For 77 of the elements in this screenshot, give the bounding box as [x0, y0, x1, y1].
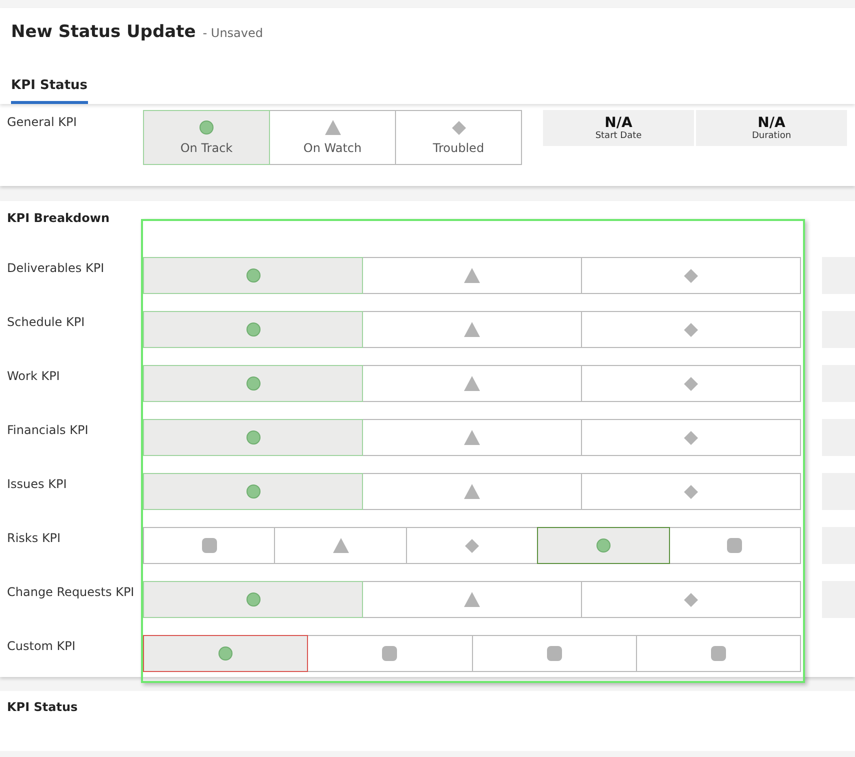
- field-label: General KPI: [7, 114, 78, 131]
- kpi-option[interactable]: On Watch: [269, 110, 396, 165]
- kpi-option[interactable]: Troubled: [395, 110, 522, 165]
- kpi-option[interactable]: [143, 419, 363, 456]
- diamond-icon: [684, 592, 698, 606]
- kpi-option[interactable]: [143, 257, 363, 294]
- field-label: Financials KPI: [7, 422, 90, 437]
- diamond-icon: [684, 376, 698, 390]
- circle-icon: [246, 322, 260, 337]
- rounded-square-icon: [202, 538, 217, 553]
- circle-icon: [218, 646, 234, 661]
- field-label: Custom KPI: [7, 638, 76, 653]
- save-status: - Unsaved: [202, 26, 264, 40]
- rounded-square-icon: [382, 646, 398, 661]
- diamond-icon: [684, 268, 698, 282]
- circle-icon: [246, 268, 260, 283]
- kpi-option[interactable]: [406, 527, 538, 564]
- rounded-square-icon: [710, 646, 726, 661]
- kpi-option[interactable]: [143, 527, 276, 564]
- field-label: Schedule KPI: [7, 314, 86, 329]
- triangle-icon: [464, 430, 480, 445]
- stat-label: Start Date: [595, 131, 642, 141]
- field-label: Issues KPI: [7, 476, 68, 491]
- circle-icon: [246, 430, 260, 445]
- section-title: KPI Breakdown: [7, 211, 110, 225]
- kpi-option[interactable]: On Track: [143, 110, 270, 165]
- kpi-option[interactable]: [581, 257, 801, 294]
- kpi-option[interactable]: [362, 581, 582, 618]
- triangle-icon: [464, 376, 480, 391]
- kpi-option[interactable]: [362, 419, 582, 456]
- triangle-icon: [464, 268, 480, 283]
- kpi-option[interactable]: [143, 365, 363, 402]
- kpi-option[interactable]: [274, 527, 407, 564]
- kpi-option[interactable]: [472, 635, 637, 672]
- circle-icon: [246, 376, 260, 391]
- kpi-option[interactable]: [143, 581, 363, 618]
- diamond-icon: [452, 120, 466, 134]
- field-label: Deliverables KPI: [7, 260, 106, 275]
- kpi-option[interactable]: [307, 635, 472, 672]
- triangle-icon: [464, 322, 480, 337]
- kpi-option[interactable]: [581, 365, 801, 402]
- kpi-option[interactable]: [668, 527, 802, 564]
- circle-icon: [246, 484, 260, 499]
- field-label: Change Requests KPI: [7, 584, 136, 599]
- circle-icon: [596, 538, 611, 553]
- kpi-option[interactable]: [143, 311, 363, 348]
- stat-value: N/A: [604, 115, 632, 131]
- circle-icon: [199, 120, 214, 135]
- stat-label: Duration: [752, 131, 792, 141]
- kpi-option[interactable]: [362, 473, 582, 510]
- kpi-option[interactable]: [581, 581, 801, 618]
- kpi-option[interactable]: [581, 311, 801, 348]
- kpi-option[interactable]: [362, 365, 582, 402]
- section-title: KPI Status: [7, 700, 79, 714]
- diamond-icon: [684, 322, 698, 336]
- diamond-icon: [465, 538, 480, 552]
- triangle-icon: [324, 120, 340, 135]
- triangle-icon: [332, 538, 349, 553]
- stat-value: N/A: [758, 115, 786, 131]
- field-label: Risks KPI: [7, 530, 62, 545]
- circle-icon: [246, 592, 260, 607]
- kpi-option[interactable]: [362, 311, 582, 348]
- kpi-option[interactable]: [537, 527, 670, 564]
- kpi-option[interactable]: [581, 473, 801, 510]
- diamond-icon: [684, 484, 698, 498]
- rounded-square-icon: [546, 646, 562, 661]
- kpi-option[interactable]: [143, 473, 363, 510]
- triangle-icon: [464, 484, 480, 499]
- diamond-icon: [684, 430, 698, 444]
- kpi-option[interactable]: [636, 635, 801, 672]
- triangle-icon: [464, 592, 480, 607]
- rounded-square-icon: [727, 538, 742, 553]
- page-title: New Status Update: [11, 22, 196, 42]
- kpi-option[interactable]: [362, 257, 582, 294]
- field-label: Work KPI: [7, 368, 61, 383]
- kpi-option[interactable]: [581, 419, 801, 456]
- kpi-option[interactable]: [143, 635, 308, 672]
